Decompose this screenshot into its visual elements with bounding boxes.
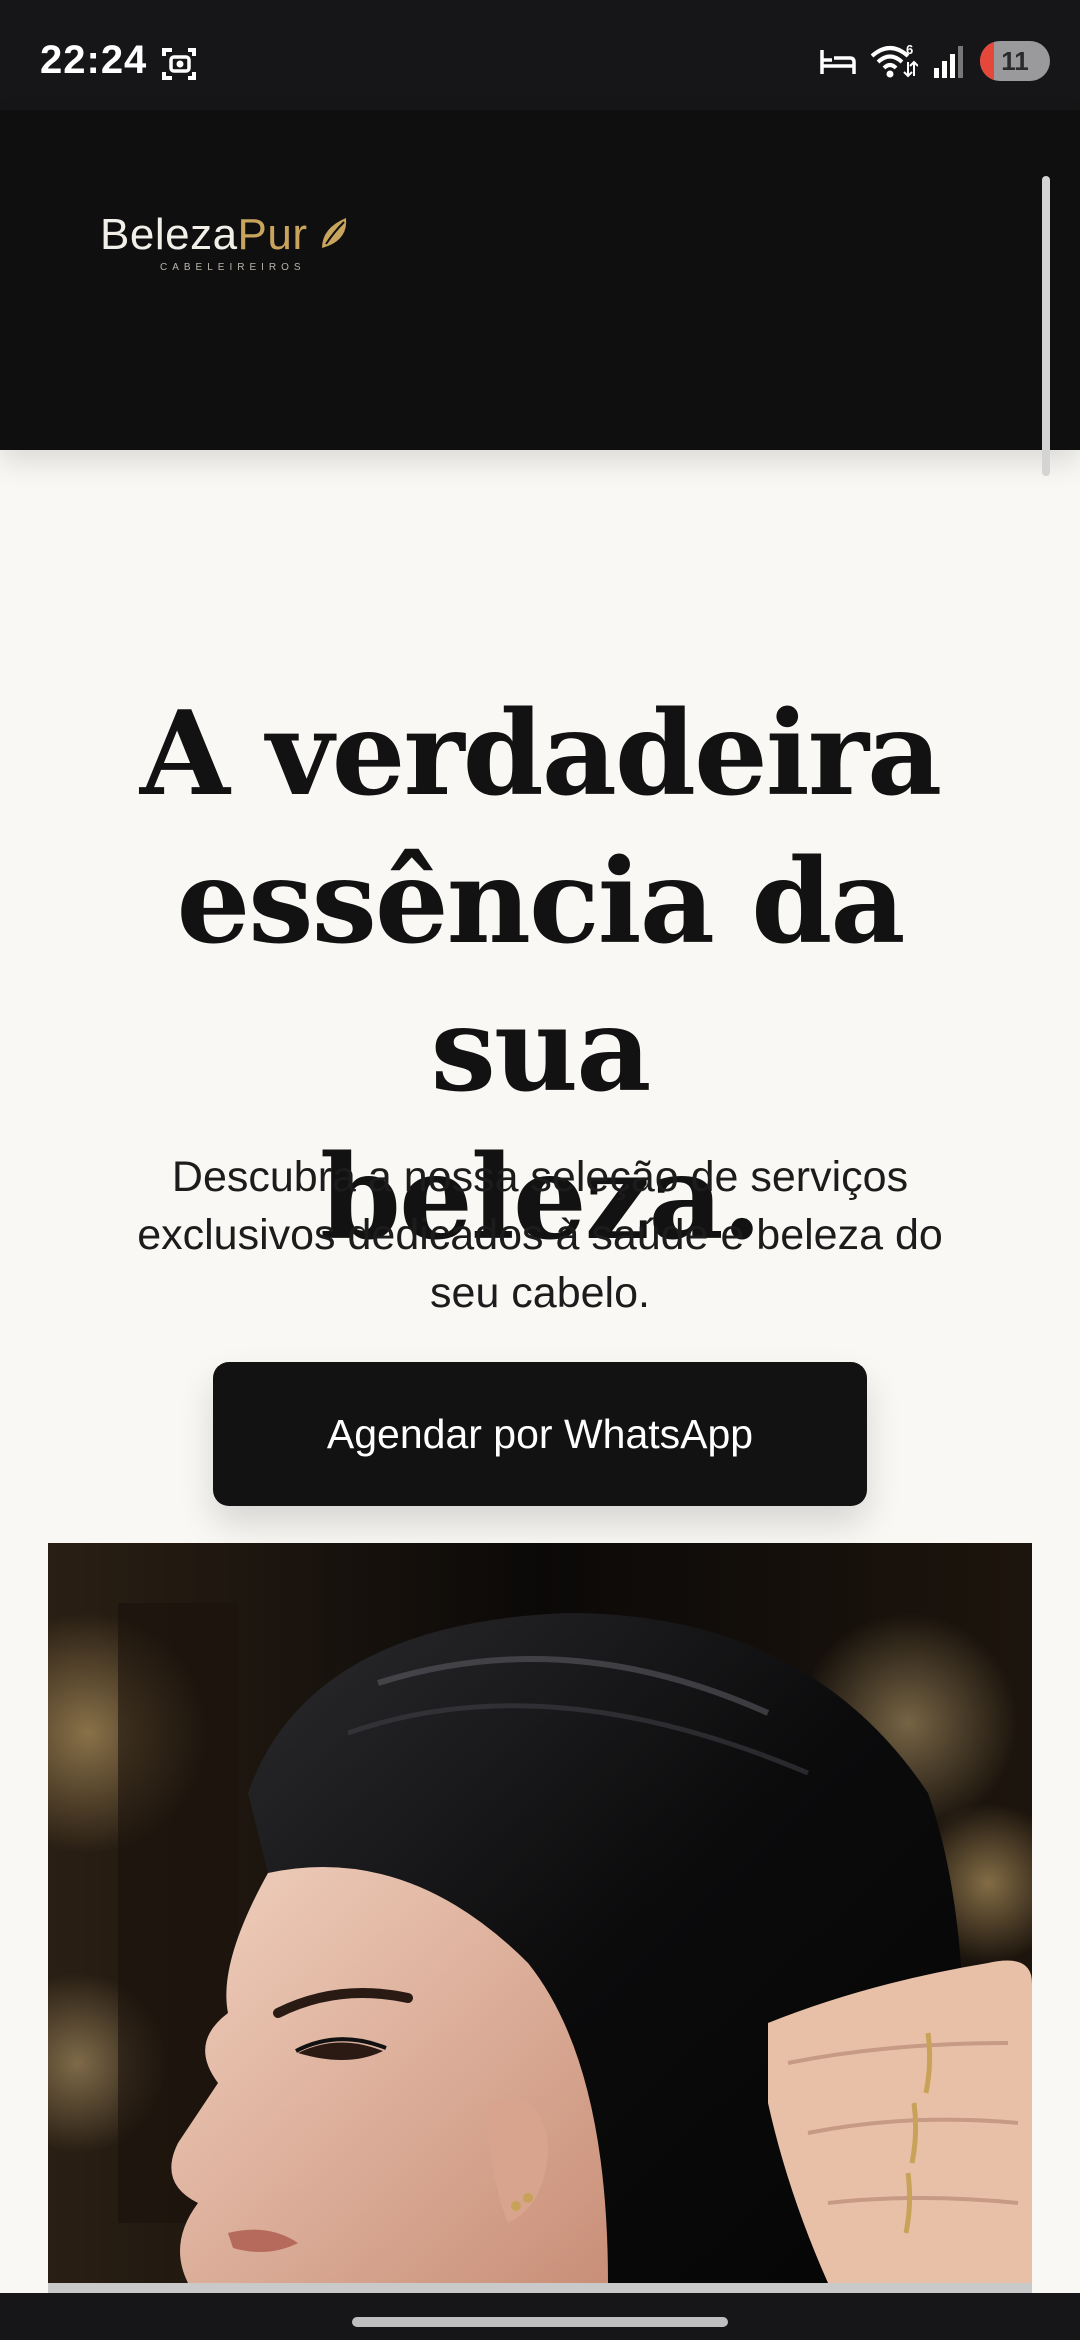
hero-image xyxy=(48,1543,1032,2283)
signal-icon xyxy=(934,46,963,78)
woman-portrait-icon xyxy=(48,1543,1032,2283)
system-navigation-bar xyxy=(0,2293,1080,2340)
battery-level: 11 xyxy=(1001,45,1029,76)
logo-name: BelezaPur xyxy=(100,210,308,259)
leaf-icon xyxy=(322,218,347,248)
svg-text:6: 6 xyxy=(906,42,913,57)
logo-tagline: CABELEIREIROS xyxy=(160,262,306,273)
whatsapp-booking-button[interactable]: Agendar por WhatsApp xyxy=(213,1362,867,1506)
battery-icon: 11 xyxy=(980,41,1050,81)
page-scrollbar[interactable] xyxy=(1042,176,1050,476)
brand-logo[interactable]: BelezaPur CABELEIREIROS xyxy=(100,210,360,290)
hero-subtitle: Descubra a nossa seleção de serviços exc… xyxy=(137,1153,943,1317)
status-bar: 22:24 6 11 xyxy=(0,0,1080,110)
status-time: 22:24 xyxy=(40,38,148,82)
status-icons: 6 11 xyxy=(820,40,1050,82)
site-header: BelezaPur CABELEIREIROS xyxy=(0,110,1080,450)
wifi-icon: 6 xyxy=(870,42,918,78)
screenshot-icon xyxy=(162,48,196,80)
image-bottom-edge xyxy=(48,2283,1032,2293)
sleep-mode-icon xyxy=(820,50,856,74)
home-gesture-handle[interactable] xyxy=(352,2317,728,2327)
